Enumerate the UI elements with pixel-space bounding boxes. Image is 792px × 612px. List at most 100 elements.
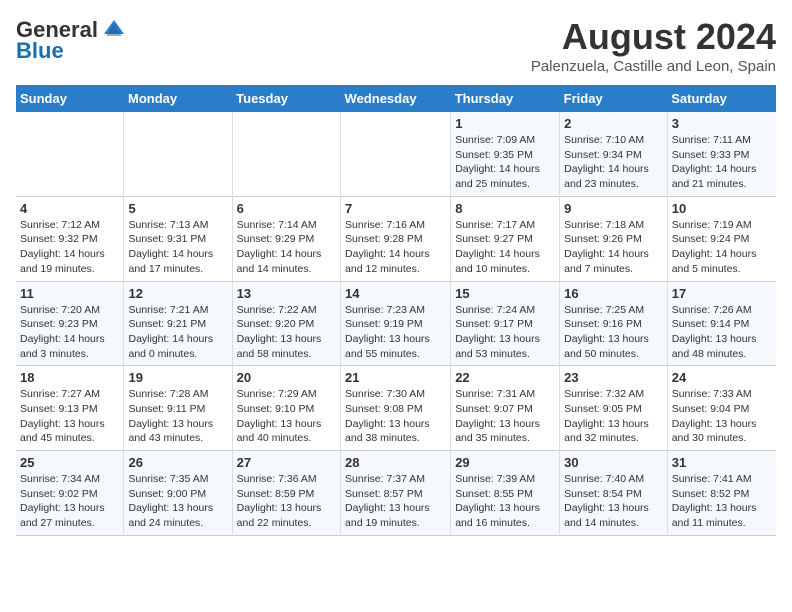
day-number: 30 [564, 455, 663, 470]
calendar-cell: 31 Sunrise: 7:41 AM Sunset: 8:52 PM Dayli… [667, 451, 776, 536]
calendar-cell: 3 Sunrise: 7:11 AM Sunset: 9:33 PM Daylig… [667, 112, 776, 196]
weekday-header-thursday: Thursday [451, 85, 560, 112]
weekday-header-row: SundayMondayTuesdayWednesdayThursdayFrid… [16, 85, 776, 112]
calendar-cell [232, 112, 340, 196]
day-number: 29 [455, 455, 555, 470]
day-number: 13 [237, 286, 336, 301]
calendar-header: SundayMondayTuesdayWednesdayThursdayFrid… [16, 85, 776, 112]
day-number: 3 [672, 116, 772, 131]
day-info: Sunrise: 7:27 AM Sunset: 9:13 PM Dayligh… [20, 387, 119, 446]
calendar-cell: 5Sunrise: 7:13 AM Sunset: 9:31 PM Daylig… [124, 196, 232, 281]
day-info: Sunrise: 7:28 AM Sunset: 9:11 PM Dayligh… [128, 387, 227, 446]
calendar-cell [124, 112, 232, 196]
day-number: 14 [345, 286, 446, 301]
day-info: Sunrise: 7:24 AM Sunset: 9:17 PM Dayligh… [455, 303, 555, 362]
weekday-header-tuesday: Tuesday [232, 85, 340, 112]
calendar-cell: 18 Sunrise: 7:27 AM Sunset: 9:13 PM Dayli… [16, 366, 124, 451]
day-number: 15 [455, 286, 555, 301]
calendar-cell: 27Sunrise: 7:36 AM Sunset: 8:59 PM Dayli… [232, 451, 340, 536]
day-info: Sunrise: 7:22 AM Sunset: 9:20 PM Dayligh… [237, 303, 336, 362]
location-subtitle: Palenzuela, Castille and Leon, Spain [531, 58, 776, 75]
calendar-cell: 15 Sunrise: 7:24 AM Sunset: 9:17 PM Dayli… [451, 281, 560, 366]
day-info: Sunrise: 7:16 AM Sunset: 9:28 PM Dayligh… [345, 218, 446, 277]
day-info: Sunrise: 7:26 AM Sunset: 9:14 PM Dayligh… [672, 303, 772, 362]
day-info: Sunrise: 7:41 AM Sunset: 8:52 PM Dayligh… [672, 472, 772, 531]
calendar-table: SundayMondayTuesdayWednesdayThursdayFrid… [16, 85, 776, 536]
day-info: Sunrise: 7:36 AM Sunset: 8:59 PM Dayligh… [237, 472, 336, 531]
day-number: 19 [128, 370, 227, 385]
calendar-cell: 17 Sunrise: 7:26 AM Sunset: 9:14 PM Dayli… [667, 281, 776, 366]
day-number: 6 [237, 201, 336, 216]
day-number: 23 [564, 370, 663, 385]
day-info: Sunrise: 7:29 AM Sunset: 9:10 PM Dayligh… [237, 387, 336, 446]
weekday-header-monday: Monday [124, 85, 232, 112]
calendar-cell: 19 Sunrise: 7:28 AM Sunset: 9:11 PM Dayli… [124, 366, 232, 451]
calendar-cell: 25 Sunrise: 7:34 AM Sunset: 9:02 PM Dayli… [16, 451, 124, 536]
calendar-cell: 7Sunrise: 7:16 AM Sunset: 9:28 PM Daylig… [341, 196, 451, 281]
day-info: Sunrise: 7:34 AM Sunset: 9:02 PM Dayligh… [20, 472, 119, 531]
day-info: Sunrise: 7:40 AM Sunset: 8:54 PM Dayligh… [564, 472, 663, 531]
calendar-cell: 2Sunrise: 7:10 AM Sunset: 9:34 PM Daylig… [560, 112, 668, 196]
day-number: 16 [564, 286, 663, 301]
calendar-cell: 9Sunrise: 7:18 AM Sunset: 9:26 PM Daylig… [560, 196, 668, 281]
calendar-cell: 16Sunrise: 7:25 AM Sunset: 9:16 PM Dayli… [560, 281, 668, 366]
weekday-header-friday: Friday [560, 85, 668, 112]
calendar-cell: 4 Sunrise: 7:12 AM Sunset: 9:32 PM Daylig… [16, 196, 124, 281]
day-info: Sunrise: 7:12 AM Sunset: 9:32 PM Dayligh… [20, 218, 119, 277]
calendar-cell: 20 Sunrise: 7:29 AM Sunset: 9:10 PM Dayli… [232, 366, 340, 451]
day-number: 31 [672, 455, 772, 470]
day-number: 8 [455, 201, 555, 216]
day-number: 4 [20, 201, 119, 216]
calendar-week-row: 25 Sunrise: 7:34 AM Sunset: 9:02 PM Dayli… [16, 451, 776, 536]
day-number: 28 [345, 455, 446, 470]
day-info: Sunrise: 7:23 AM Sunset: 9:19 PM Dayligh… [345, 303, 446, 362]
month-year-title: August 2024 [531, 16, 776, 58]
calendar-week-row: 4 Sunrise: 7:12 AM Sunset: 9:32 PM Daylig… [16, 196, 776, 281]
calendar-week-row: 11Sunrise: 7:20 AM Sunset: 9:23 PM Dayli… [16, 281, 776, 366]
day-number: 18 [20, 370, 119, 385]
logo-icon [100, 16, 128, 44]
calendar-body: 1Sunrise: 7:09 AM Sunset: 9:35 PM Daylig… [16, 112, 776, 535]
day-info: Sunrise: 7:35 AM Sunset: 9:00 PM Dayligh… [128, 472, 227, 531]
title-area: August 2024 Palenzuela, Castille and Leo… [531, 16, 776, 75]
calendar-week-row: 18 Sunrise: 7:27 AM Sunset: 9:13 PM Dayli… [16, 366, 776, 451]
day-number: 20 [237, 370, 336, 385]
calendar-cell: 11Sunrise: 7:20 AM Sunset: 9:23 PM Dayli… [16, 281, 124, 366]
day-info: Sunrise: 7:17 AM Sunset: 9:27 PM Dayligh… [455, 218, 555, 277]
day-number: 17 [672, 286, 772, 301]
calendar-cell: 1Sunrise: 7:09 AM Sunset: 9:35 PM Daylig… [451, 112, 560, 196]
calendar-week-row: 1Sunrise: 7:09 AM Sunset: 9:35 PM Daylig… [16, 112, 776, 196]
calendar-cell: 12Sunrise: 7:21 AM Sunset: 9:21 PM Dayli… [124, 281, 232, 366]
day-info: Sunrise: 7:32 AM Sunset: 9:05 PM Dayligh… [564, 387, 663, 446]
day-info: Sunrise: 7:37 AM Sunset: 8:57 PM Dayligh… [345, 472, 446, 531]
calendar-cell: 24Sunrise: 7:33 AM Sunset: 9:04 PM Dayli… [667, 366, 776, 451]
weekday-header-saturday: Saturday [667, 85, 776, 112]
weekday-header-sunday: Sunday [16, 85, 124, 112]
day-number: 1 [455, 116, 555, 131]
day-info: Sunrise: 7:10 AM Sunset: 9:34 PM Dayligh… [564, 133, 663, 192]
logo: General Blue [16, 16, 128, 62]
calendar-cell: 30 Sunrise: 7:40 AM Sunset: 8:54 PM Dayli… [560, 451, 668, 536]
day-number: 26 [128, 455, 227, 470]
calendar-cell: 21 Sunrise: 7:30 AM Sunset: 9:08 PM Dayli… [341, 366, 451, 451]
day-number: 21 [345, 370, 446, 385]
day-info: Sunrise: 7:31 AM Sunset: 9:07 PM Dayligh… [455, 387, 555, 446]
calendar-cell: 29 Sunrise: 7:39 AM Sunset: 8:55 PM Dayli… [451, 451, 560, 536]
day-info: Sunrise: 7:21 AM Sunset: 9:21 PM Dayligh… [128, 303, 227, 362]
day-number: 22 [455, 370, 555, 385]
day-info: Sunrise: 7:30 AM Sunset: 9:08 PM Dayligh… [345, 387, 446, 446]
day-number: 25 [20, 455, 119, 470]
day-number: 5 [128, 201, 227, 216]
calendar-cell: 28 Sunrise: 7:37 AM Sunset: 8:57 PM Dayli… [341, 451, 451, 536]
day-info: Sunrise: 7:19 AM Sunset: 9:24 PM Dayligh… [672, 218, 772, 277]
weekday-header-wednesday: Wednesday [341, 85, 451, 112]
day-info: Sunrise: 7:11 AM Sunset: 9:33 PM Dayligh… [672, 133, 772, 192]
calendar-cell: 13 Sunrise: 7:22 AM Sunset: 9:20 PM Dayli… [232, 281, 340, 366]
page-header: General Blue August 2024 Palenzuela, Cas… [16, 16, 776, 75]
calendar-cell: 26 Sunrise: 7:35 AM Sunset: 9:00 PM Dayli… [124, 451, 232, 536]
calendar-cell [341, 112, 451, 196]
day-info: Sunrise: 7:39 AM Sunset: 8:55 PM Dayligh… [455, 472, 555, 531]
day-number: 10 [672, 201, 772, 216]
calendar-cell: 22 Sunrise: 7:31 AM Sunset: 9:07 PM Dayli… [451, 366, 560, 451]
calendar-cell: 23 Sunrise: 7:32 AM Sunset: 9:05 PM Dayli… [560, 366, 668, 451]
